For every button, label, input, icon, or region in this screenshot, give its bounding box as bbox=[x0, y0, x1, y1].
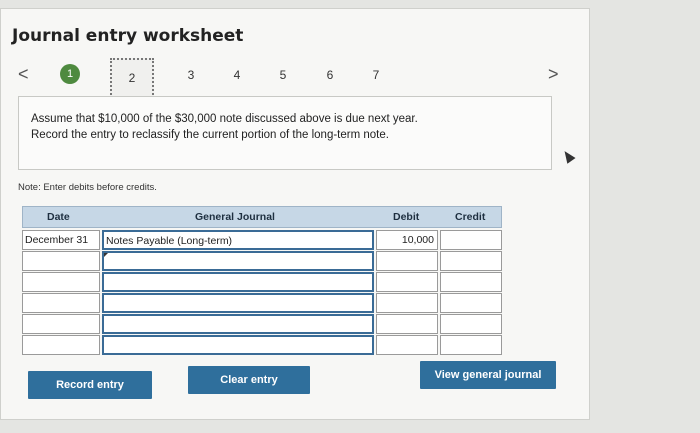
table-row: December 31 Notes Payable (Long-term) 10… bbox=[22, 230, 502, 250]
date-cell[interactable] bbox=[22, 335, 100, 355]
step-3[interactable]: 3 bbox=[181, 68, 201, 82]
debit-cell[interactable] bbox=[376, 314, 438, 334]
prompt-line-1: Assume that $10,000 of the $30,000 note … bbox=[31, 113, 418, 125]
prompt-line-2: Record the entry to reclassify the curre… bbox=[31, 129, 389, 141]
account-cell[interactable] bbox=[102, 272, 374, 292]
table-row bbox=[22, 335, 502, 355]
page-title: Journal entry worksheet bbox=[12, 26, 244, 46]
credit-cell[interactable] bbox=[440, 335, 502, 355]
journal-header: Date General Journal Debit Credit bbox=[22, 206, 502, 228]
date-cell[interactable] bbox=[22, 272, 100, 292]
credit-cell[interactable] bbox=[440, 251, 502, 271]
table-row bbox=[22, 251, 502, 271]
next-step-button[interactable]: > bbox=[548, 64, 559, 85]
credit-cell[interactable] bbox=[440, 272, 502, 292]
date-cell[interactable]: December 31 bbox=[22, 230, 100, 250]
debit-cell[interactable] bbox=[376, 272, 438, 292]
account-cell[interactable] bbox=[102, 293, 374, 313]
header-debit: Debit bbox=[393, 211, 420, 223]
credit-cell[interactable] bbox=[440, 230, 502, 250]
step-2-current[interactable]: 2 bbox=[110, 58, 154, 98]
step-6[interactable]: 6 bbox=[320, 68, 340, 82]
account-cell[interactable] bbox=[102, 335, 374, 355]
dropdown-marker-icon bbox=[104, 253, 108, 257]
account-cell[interactable]: Notes Payable (Long-term) bbox=[102, 230, 374, 250]
step-7[interactable]: 7 bbox=[366, 68, 386, 82]
debit-cell[interactable] bbox=[376, 251, 438, 271]
record-entry-button[interactable]: Record entry bbox=[28, 371, 152, 399]
prompt-box: Assume that $10,000 of the $30,000 note … bbox=[18, 96, 552, 170]
date-cell[interactable] bbox=[22, 293, 100, 313]
table-row bbox=[22, 293, 502, 313]
debit-cell[interactable] bbox=[376, 335, 438, 355]
step-1-indicator[interactable]: 1 bbox=[60, 64, 80, 84]
credit-cell[interactable] bbox=[440, 293, 502, 313]
header-date: Date bbox=[47, 211, 70, 223]
prev-step-button[interactable]: < bbox=[18, 64, 29, 85]
step-5[interactable]: 5 bbox=[273, 68, 293, 82]
table-row bbox=[22, 314, 502, 334]
header-general-journal: General Journal bbox=[195, 211, 275, 223]
date-cell[interactable] bbox=[22, 314, 100, 334]
debit-cell[interactable] bbox=[376, 293, 438, 313]
view-general-journal-button[interactable]: View general journal bbox=[420, 361, 556, 389]
date-cell[interactable] bbox=[22, 251, 100, 271]
account-cell[interactable] bbox=[102, 314, 374, 334]
account-cell[interactable] bbox=[102, 251, 374, 271]
header-credit: Credit bbox=[455, 211, 486, 223]
step-4[interactable]: 4 bbox=[227, 68, 247, 82]
clear-entry-button[interactable]: Clear entry bbox=[188, 366, 310, 394]
credit-cell[interactable] bbox=[440, 314, 502, 334]
journal-table: Date General Journal Debit Credit Decemb… bbox=[22, 206, 502, 355]
debit-cell[interactable]: 10,000 bbox=[376, 230, 438, 250]
table-row bbox=[22, 272, 502, 292]
note-text: Note: Enter debits before credits. bbox=[18, 182, 157, 193]
